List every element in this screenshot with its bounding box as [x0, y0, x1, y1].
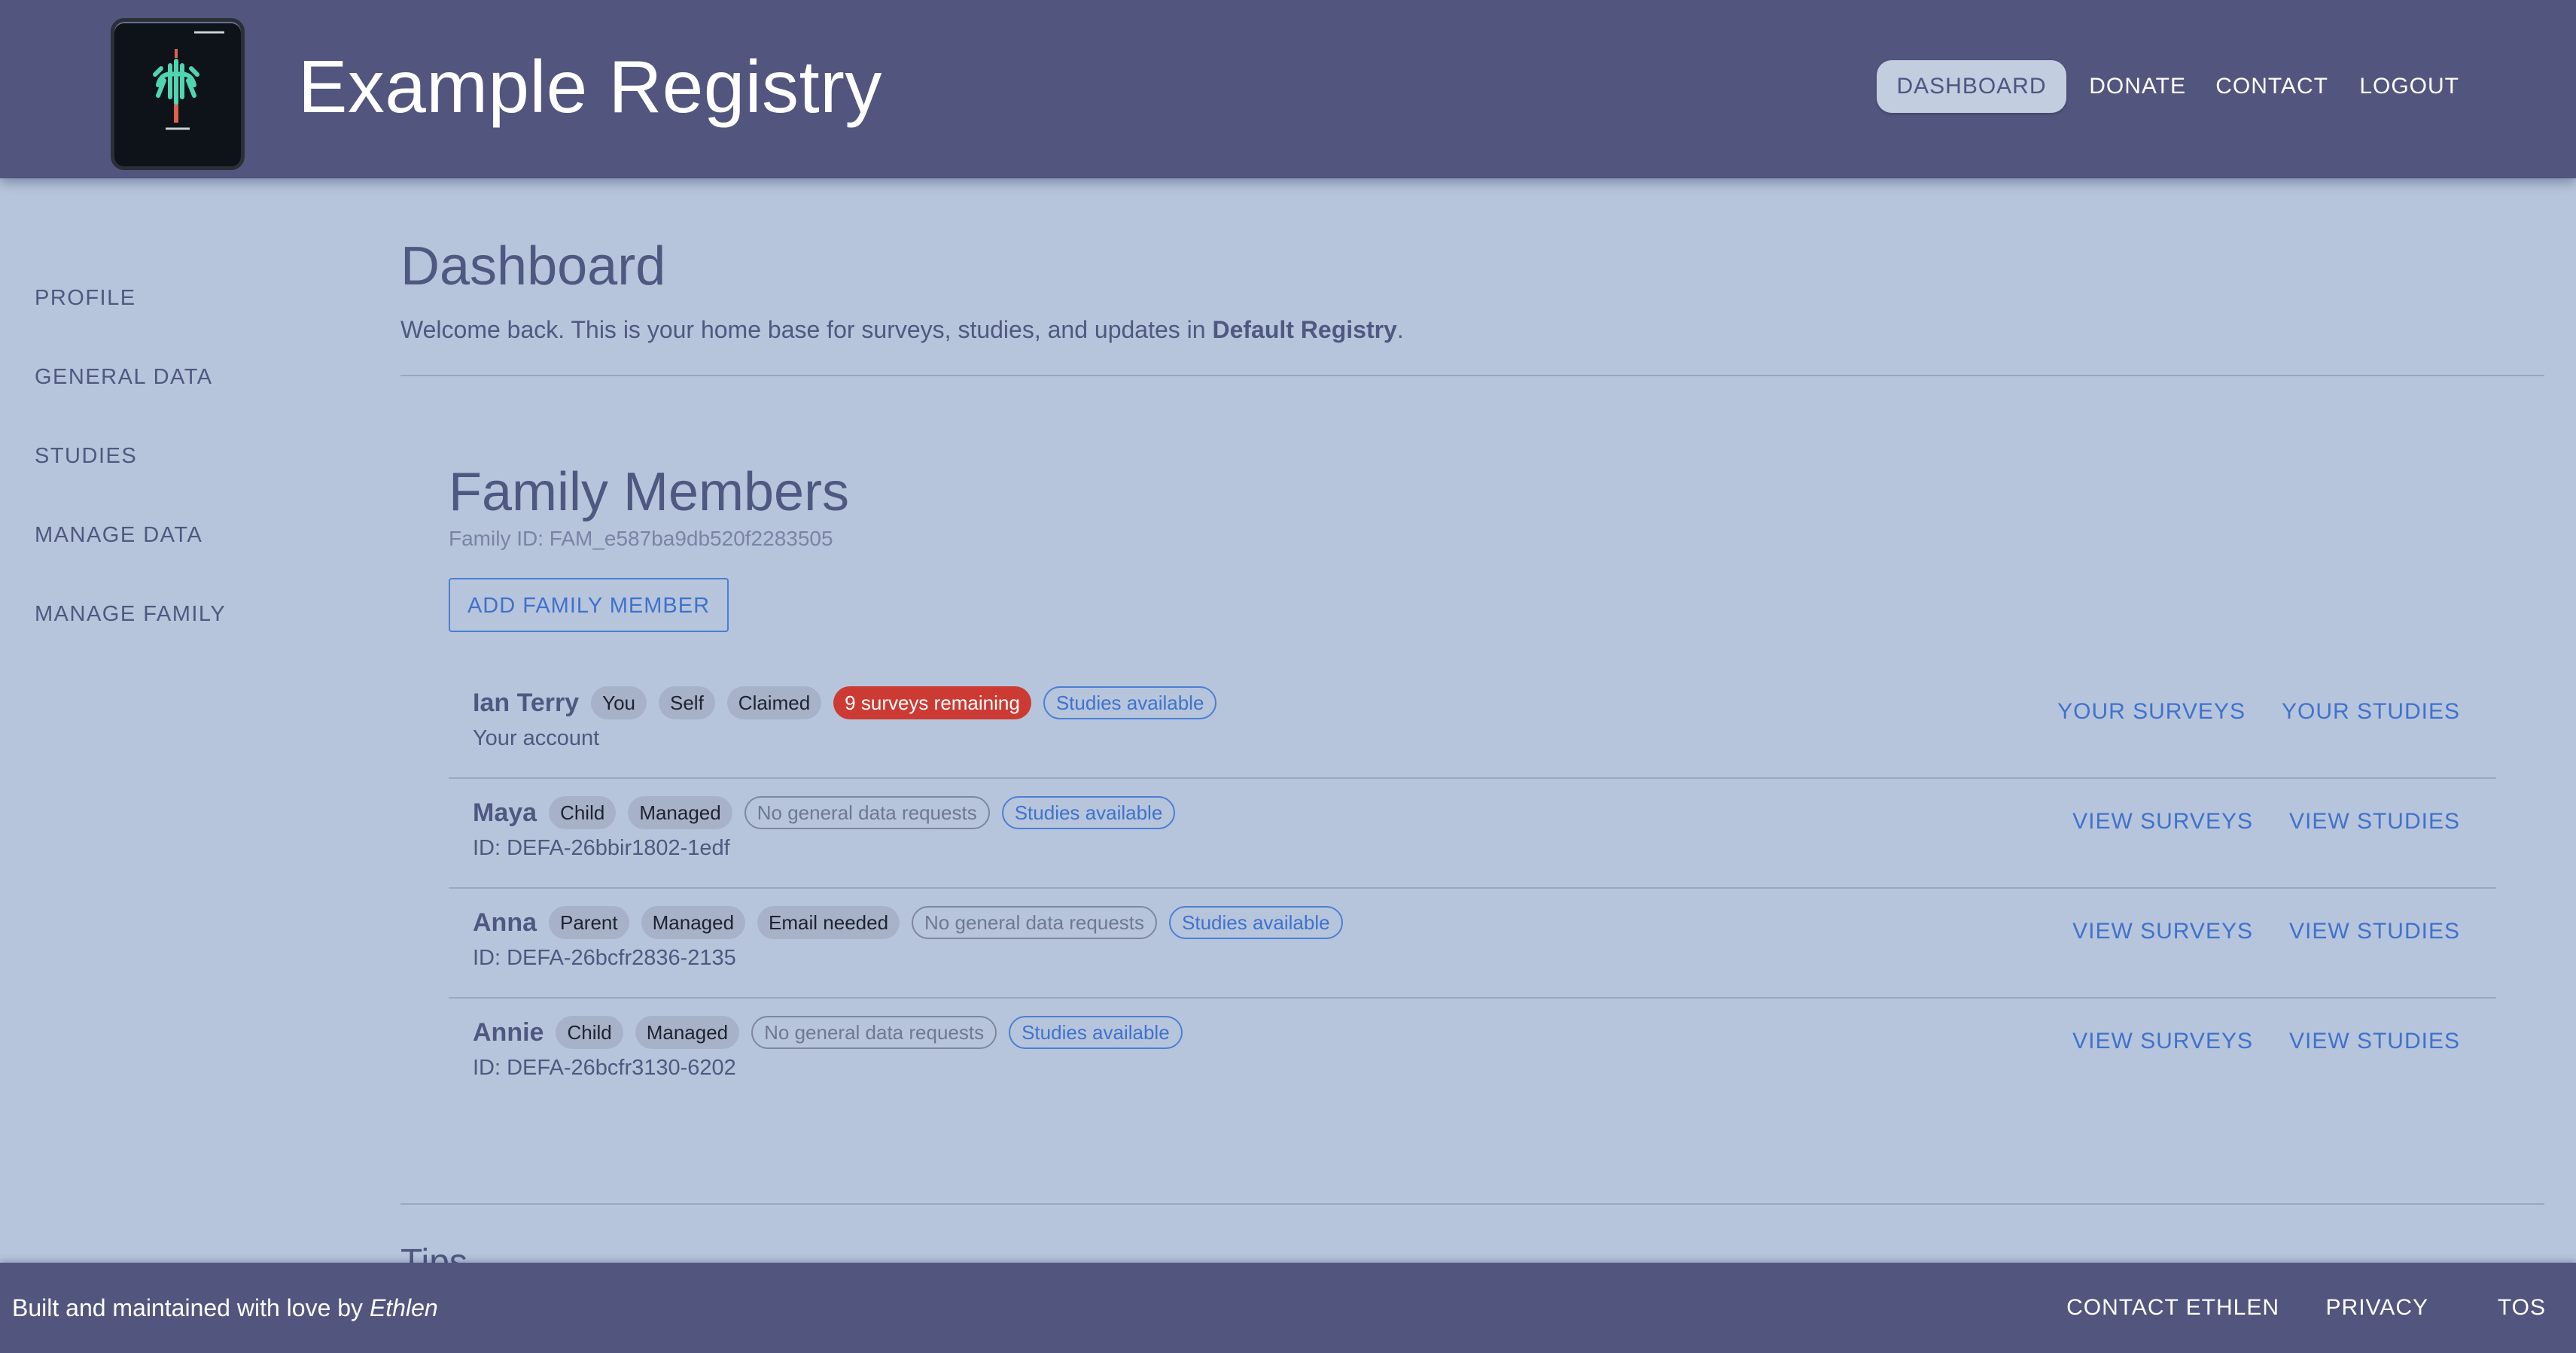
sidebar-item-studies[interactable]: STUDIES — [35, 444, 226, 523]
footer-privacy-link[interactable]: PRIVACY — [2326, 1263, 2428, 1353]
registry-logo[interactable] — [111, 18, 245, 170]
family-id: Family ID: FAM_e587ba9db520f2283505 — [449, 527, 833, 550]
welcome-registry-name: Default Registry — [1212, 316, 1397, 343]
status-chip: No general data requests — [744, 796, 990, 829]
nav-donate[interactable]: DONATE — [2089, 60, 2186, 113]
page-title: Dashboard — [400, 236, 666, 296]
member-header: Ian Terry You Self Claimed 9 surveys rem… — [473, 684, 1229, 722]
nav-contact[interactable]: CONTACT — [2215, 60, 2328, 113]
view-surveys-link[interactable]: VIEW SURVEYS — [2072, 1029, 2253, 1062]
view-surveys-link[interactable]: VIEW SURVEYS — [2072, 809, 2253, 842]
status-chip: Child — [549, 796, 617, 829]
family-member-row: Ian Terry You Self Claimed 9 surveys rem… — [449, 669, 2496, 779]
credit-name[interactable]: Ethlen — [370, 1294, 438, 1321]
sidebar-item-general-data[interactable]: GENERAL DATA — [35, 365, 226, 444]
welcome-text: Welcome back. This is your home base for… — [400, 316, 1404, 344]
member-actions: VIEW SURVEYS VIEW STUDIES — [2036, 809, 2460, 842]
family-member-row: Anna Parent Managed Email needed No gene… — [449, 889, 2496, 999]
member-header: Maya Child Managed No general data reque… — [473, 794, 1187, 832]
status-chip: No general data requests — [751, 1016, 997, 1049]
divider — [400, 375, 2544, 376]
credit-prefix: Built and maintained with love by — [12, 1294, 370, 1321]
studies-available-chip[interactable]: Studies available — [1009, 1016, 1183, 1049]
view-studies-link[interactable]: VIEW STUDIES — [2289, 919, 2460, 952]
member-subtitle: Your account — [473, 726, 600, 750]
member-header: Anna Parent Managed Email needed No gene… — [473, 904, 1355, 941]
status-chip: Claimed — [726, 686, 822, 719]
status-chip: Managed — [641, 906, 746, 939]
status-chip: Managed — [628, 796, 732, 829]
member-id: ID: DEFA-26bbir1802-1edf — [473, 836, 730, 860]
member-id: ID: DEFA-26bcfr3130-6202 — [473, 1056, 736, 1080]
family-members-title: Family Members — [449, 462, 850, 522]
your-studies-link[interactable]: YOUR STUDIES — [2282, 699, 2460, 732]
footer-tos-link[interactable]: TOS — [2498, 1263, 2546, 1353]
member-name: Ian Terry — [473, 688, 580, 717]
sidebar: PROFILE GENERAL DATA STUDIES MANAGE DATA… — [35, 286, 226, 681]
welcome-suffix: . — [1396, 316, 1404, 343]
sidebar-item-manage-family[interactable]: MANAGE FAMILY — [35, 602, 226, 681]
studies-available-chip[interactable]: Studies available — [1001, 796, 1176, 829]
surveys-remaining-chip[interactable]: 9 surveys remaining — [833, 686, 1031, 719]
family-member-row: Maya Child Managed No general data reque… — [449, 779, 2496, 889]
status-chip: No general data requests — [912, 906, 1157, 939]
welcome-prefix: Welcome back. This is your home base for… — [400, 316, 1213, 343]
footer-contact-ethlen-link[interactable]: CONTACT ETHLEN — [2066, 1263, 2279, 1353]
status-chip: Child — [556, 1016, 623, 1049]
status-chip: Parent — [549, 906, 629, 939]
member-actions: VIEW SURVEYS VIEW STUDIES — [2036, 1029, 2460, 1062]
studies-available-chip[interactable]: Studies available — [1043, 686, 1217, 719]
nav-dashboard[interactable]: DASHBOARD — [1877, 60, 2066, 113]
family-member-row: Annie Child Managed No general data requ… — [449, 999, 2496, 1108]
member-name: Maya — [473, 798, 537, 827]
status-chip: Self — [658, 686, 715, 719]
view-studies-link[interactable]: VIEW STUDIES — [2289, 809, 2460, 842]
view-surveys-link[interactable]: VIEW SURVEYS — [2072, 919, 2253, 952]
your-surveys-link[interactable]: YOUR SURVEYS — [2057, 699, 2246, 732]
member-actions: VIEW SURVEYS VIEW STUDIES — [2036, 919, 2460, 952]
member-id: ID: DEFA-26bcfr2836-2135 — [473, 946, 736, 970]
status-chip: You — [591, 686, 647, 719]
divider — [400, 1203, 2544, 1205]
site-title[interactable]: Example Registry — [298, 41, 882, 132]
member-header: Annie Child Managed No general data requ… — [473, 1014, 1195, 1051]
status-chip: Managed — [635, 1016, 740, 1049]
member-name: Anna — [473, 908, 537, 937]
member-actions: YOUR SURVEYS YOUR STUDIES — [2021, 699, 2460, 732]
view-studies-link[interactable]: VIEW STUDIES — [2289, 1029, 2460, 1062]
footer: Built and maintained with love by Ethlen… — [0, 1263, 2576, 1353]
status-chip: Email needed — [757, 906, 900, 939]
top-header: Example Registry DASHBOARD DONATE CONTAC… — [0, 0, 2576, 178]
sidebar-item-profile[interactable]: PROFILE — [35, 286, 226, 365]
studies-available-chip[interactable]: Studies available — [1169, 906, 1343, 939]
member-name: Annie — [473, 1017, 544, 1047]
add-family-member-button[interactable]: ADD FAMILY MEMBER — [449, 578, 729, 632]
tree-logo-icon — [153, 31, 224, 130]
nav-logout[interactable]: LOGOUT — [2359, 60, 2459, 113]
sidebar-item-manage-data[interactable]: MANAGE DATA — [35, 523, 226, 602]
footer-credit: Built and maintained with love by Ethlen — [12, 1263, 438, 1353]
